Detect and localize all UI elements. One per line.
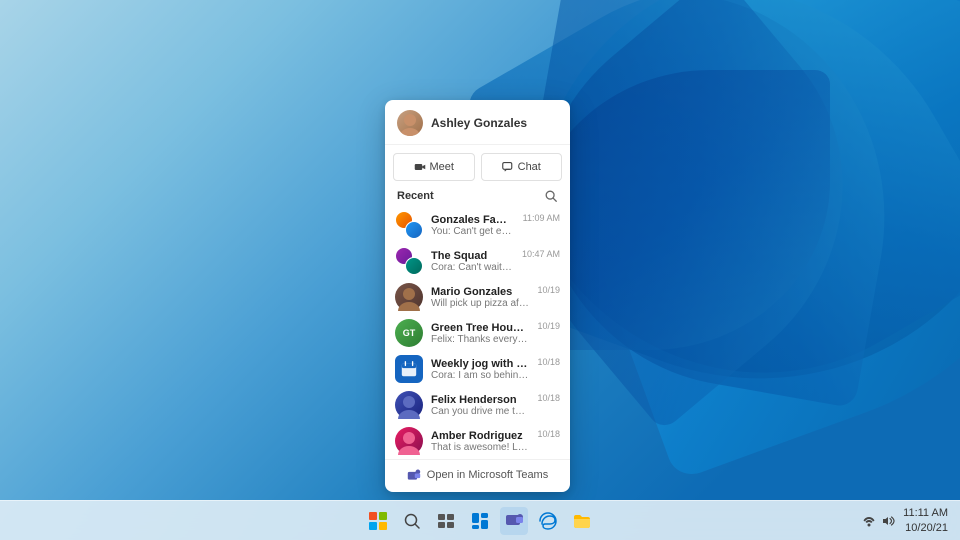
list-item[interactable]: Gonzales Family You: Can't get enough of…	[385, 207, 570, 243]
chat-item-content: The Squad Cora: Can't wait to see everyo…	[431, 250, 514, 273]
chat-name: The Squad	[431, 250, 514, 262]
chat-panel-header: Ashley Gonzales	[385, 100, 570, 145]
taskbar-right: 11:11 AM 10/20/21	[862, 506, 948, 535]
user-name: Ashley Gonzales	[431, 116, 527, 130]
task-view-button[interactable]	[432, 507, 460, 535]
chat-panel-actions: Meet Chat	[385, 145, 570, 187]
task-view-icon	[437, 512, 455, 530]
list-item[interactable]: Weekly jog with Cora Cora: I am so behin…	[385, 351, 570, 387]
win-logo-red	[369, 512, 377, 520]
start-button[interactable]	[364, 507, 392, 535]
list-item[interactable]: Amber Rodriguez That is awesome! Love it…	[385, 423, 570, 459]
open-teams-label: Open in Microsoft Teams	[427, 469, 548, 481]
chat-item-content: Gonzales Family You: Can't get enough of…	[431, 214, 515, 237]
meet-button[interactable]: Meet	[393, 153, 475, 181]
chat-preview: Felix: Thanks everyone for attending tod…	[431, 334, 529, 345]
chat-item-content: Mario Gonzales Will pick up pizza after …	[431, 286, 529, 309]
gt-avatar: GT	[395, 319, 423, 347]
chat-name: Felix Henderson	[431, 394, 529, 406]
list-item[interactable]: Felix Henderson Can you drive me to the …	[385, 387, 570, 423]
single-avatar	[395, 283, 423, 311]
chat-preview: That is awesome! Love it!	[431, 442, 529, 453]
win-logo-green	[379, 512, 387, 520]
single-avatar	[395, 427, 423, 455]
search-taskbar-button[interactable]	[398, 507, 426, 535]
recent-header: Recent	[385, 187, 570, 207]
chat-button-action[interactable]: Chat	[481, 153, 563, 181]
chat-preview: Will pick up pizza after my practice.	[431, 298, 529, 309]
taskbar-center	[364, 507, 596, 535]
calendar-avatar	[395, 355, 423, 383]
chat-icon	[502, 161, 514, 173]
chat-name: Gonzales Family	[431, 214, 515, 226]
list-item[interactable]: Mario Gonzales Will pick up pizza after …	[385, 279, 570, 315]
chat-taskbar-icon	[505, 512, 523, 530]
taskbar-datetime[interactable]: 11:11 AM 10/20/21	[903, 506, 948, 535]
chat-name: Green Tree House PTA	[431, 322, 529, 334]
list-item[interactable]: The Squad Cora: Can't wait to see everyo…	[385, 243, 570, 279]
edge-icon	[539, 512, 557, 530]
list-item[interactable]: GT Green Tree House PTA Felix: Thanks ev…	[385, 315, 570, 351]
teams-icon	[407, 468, 421, 482]
file-explorer-icon	[573, 512, 591, 530]
group-avatar	[395, 211, 423, 239]
video-icon	[414, 161, 426, 173]
chat-preview: You: Can't get enough of her.	[431, 226, 515, 237]
system-tray	[862, 514, 895, 528]
chat-item-content: Weekly jog with Cora Cora: I am so behin…	[431, 358, 529, 381]
chat-name: Mario Gonzales	[431, 286, 529, 298]
edge-button[interactable]	[534, 507, 562, 535]
group-avatar	[395, 247, 423, 275]
win-logo-blue	[369, 522, 377, 530]
chat-name: Amber Rodriguez	[431, 430, 529, 442]
single-avatar	[395, 391, 423, 419]
chat-time: 10/19	[537, 321, 560, 331]
chat-item-content: Felix Henderson Can you drive me to the …	[431, 394, 529, 417]
chat-taskbar-button[interactable]	[500, 507, 528, 535]
widgets-button[interactable]	[466, 507, 494, 535]
open-teams-bar[interactable]: Open in Microsoft Teams	[385, 459, 570, 492]
chat-item-content: Amber Rodriguez That is awesome! Love it…	[431, 430, 529, 453]
chat-item-content: Green Tree House PTA Felix: Thanks every…	[431, 322, 529, 345]
chat-panel: Ashley Gonzales Meet Chat Recent	[385, 100, 570, 492]
desktop: Ashley Gonzales Meet Chat Recent	[0, 0, 960, 540]
chat-time: 10/18	[537, 393, 560, 403]
network-icon	[862, 514, 876, 528]
chat-label: Chat	[518, 161, 541, 173]
taskbar-time-display: 11:11 AM	[903, 506, 948, 520]
volume-icon	[881, 514, 895, 528]
chat-time: 10:47 AM	[522, 249, 560, 259]
conversations-list: Gonzales Family You: Can't get enough of…	[385, 207, 570, 459]
chat-time: 10/18	[537, 357, 560, 367]
chat-name: Weekly jog with Cora	[431, 358, 529, 370]
taskbar-date-display: 10/20/21	[903, 521, 948, 535]
widgets-icon	[471, 512, 489, 530]
chat-time: 10/19	[537, 285, 560, 295]
win-logo-yellow	[379, 522, 387, 530]
chat-time: 10/18	[537, 429, 560, 439]
chat-time: 11:09 AM	[523, 213, 560, 223]
chat-preview: Can you drive me to the PTA today?	[431, 406, 529, 417]
search-icon[interactable]	[544, 189, 558, 203]
meet-label: Meet	[430, 161, 454, 173]
taskbar: 11:11 AM 10/20/21	[0, 500, 960, 540]
file-explorer-button[interactable]	[568, 507, 596, 535]
search-taskbar-icon	[403, 512, 421, 530]
chat-preview: Cora: Can't wait to see everyone!	[431, 262, 514, 273]
windows-logo	[369, 512, 387, 530]
recent-label: Recent	[397, 190, 434, 202]
chat-preview: Cora: I am so behind on my step goals.	[431, 370, 529, 381]
user-avatar	[397, 110, 423, 136]
